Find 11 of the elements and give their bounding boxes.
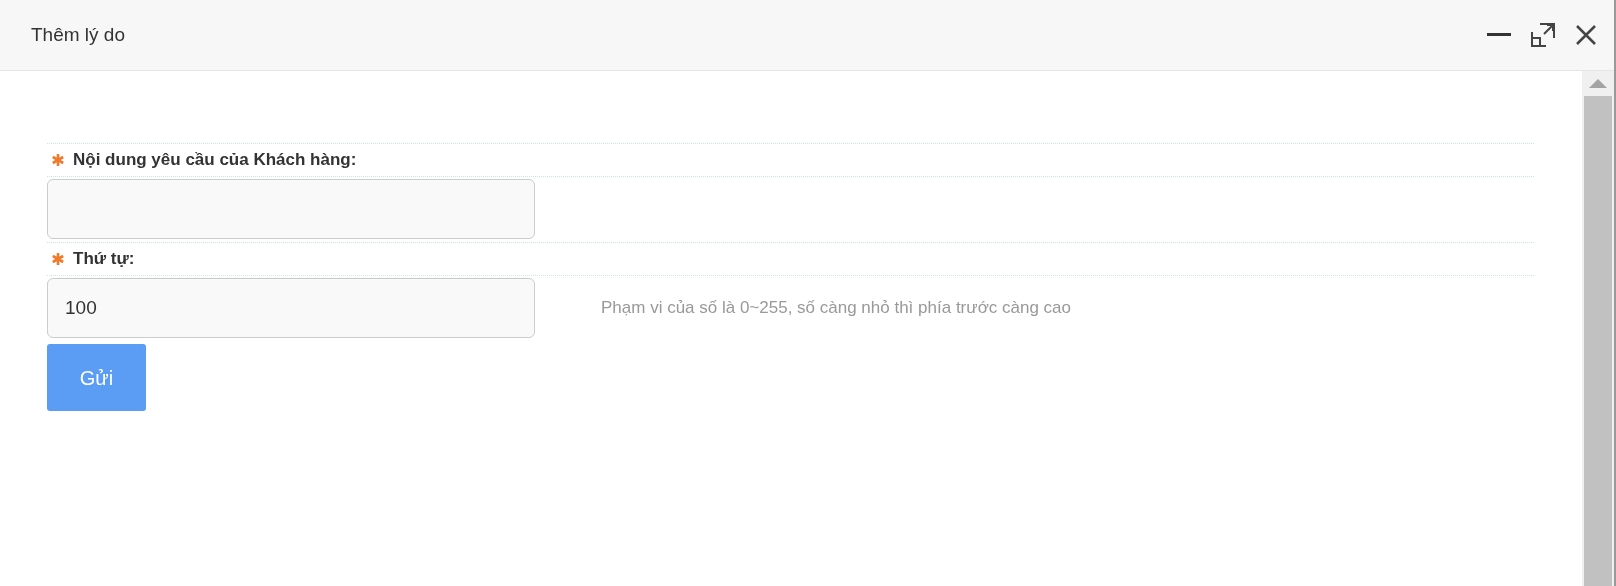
window-title: Thêm lý do: [31, 22, 125, 47]
scrollbar-thumb[interactable]: [1584, 96, 1612, 586]
field-label: Thứ tự:: [73, 248, 135, 271]
input-field[interactable]: 100: [47, 278, 535, 338]
scroll-up-icon[interactable]: [1589, 79, 1607, 88]
scrollbar[interactable]: [1582, 71, 1614, 586]
hint-text: Phạm vi của số là 0~255, số càng nhỏ thì phía trước càng cao: [601, 297, 1071, 320]
maximize-icon[interactable]: [1530, 22, 1556, 48]
input-field[interactable]: [47, 179, 535, 239]
field-label: Nội dung yêu cầu của Khách hàng:: [73, 149, 357, 172]
close-icon[interactable]: [1574, 23, 1598, 47]
